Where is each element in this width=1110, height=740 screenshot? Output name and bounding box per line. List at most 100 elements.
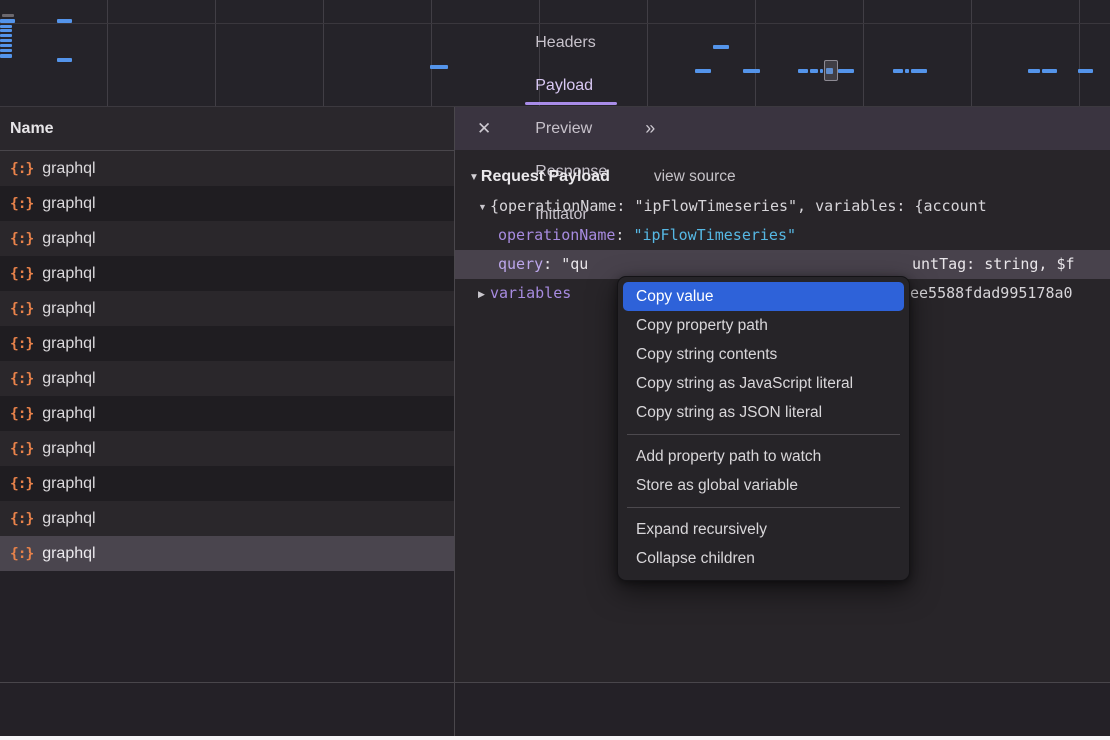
request-row[interactable]: {:}graphql [0, 151, 454, 186]
devtools-network-panel: Name {:}graphql{:}graphql{:}graphql{:}gr… [0, 0, 1110, 740]
request-row[interactable]: {:} graphql [0, 536, 454, 571]
footer-empty-area [0, 683, 1110, 736]
request-name-label: graphql [42, 475, 95, 493]
json-braces-icon: {:} [10, 266, 33, 282]
json-row-query[interactable]: query: "qu untTag: string, $f [455, 250, 1110, 279]
menu-item-copy-value[interactable]: Copy value [623, 282, 904, 311]
page-bottom-strip [0, 736, 1110, 740]
property-value: "ipFlowTimeseries" [633, 226, 796, 244]
view-source-link[interactable]: view source [654, 168, 736, 186]
json-braces-icon: {:} [10, 231, 33, 247]
tab-headers[interactable]: Headers [531, 21, 611, 64]
json-braces-icon: {:} [10, 301, 33, 317]
timeline-request-bar [2, 14, 14, 17]
timeline-request-bar [0, 34, 12, 37]
json-preview-line[interactable]: ▼{operationName: "ipFlowTimeseries", var… [455, 192, 1110, 221]
request-row[interactable]: {:} graphql [0, 396, 454, 431]
timeline-request-bar [0, 54, 12, 58]
timeline-request-bar [1028, 69, 1040, 73]
request-row[interactable]: {:}graphql [0, 431, 454, 466]
request-name-label: graphql [42, 195, 95, 213]
more-tabs-icon[interactable]: » [645, 118, 653, 139]
request-name-label: graphql [42, 265, 95, 283]
request-name-label: graphql [42, 510, 95, 528]
overview-selection-marker [824, 60, 838, 81]
property-key: query [498, 255, 543, 273]
json-braces-icon: {:} [10, 546, 33, 562]
property-key: variables [490, 284, 571, 302]
json-braces-icon: {:} [10, 371, 33, 387]
menu-item-copy-string-contents[interactable]: Copy string contents [623, 340, 904, 369]
footer-divider [0, 682, 1110, 683]
tab-preview[interactable]: Preview [531, 107, 611, 150]
request-row[interactable]: {:} graphql [0, 256, 454, 291]
panel-split-divider[interactable] [454, 107, 455, 736]
collapse-triangle-icon: ▼ [469, 172, 479, 183]
tab-payload[interactable]: Payload [531, 64, 611, 107]
request-row[interactable]: {:} graphql [0, 326, 454, 361]
context-menu: Copy valueCopy property pathCopy string … [617, 276, 910, 581]
expand-triangle-icon: ▼ [478, 193, 490, 221]
json-preview-text: {operationName: "ipFlowTimeseries", vari… [490, 197, 987, 215]
timeline-request-bar [0, 49, 12, 52]
menu-item-expand-recursively[interactable]: Expand recursively [623, 515, 904, 544]
timeline-request-bar [695, 69, 711, 73]
request-name-label: graphql [42, 440, 95, 458]
json-braces-icon: {:} [10, 196, 33, 212]
menu-item-copy-property-path[interactable]: Copy property path [623, 311, 904, 340]
property-value-right: untTag: string, $f [912, 250, 1075, 279]
timeline-request-bar [838, 69, 854, 73]
request-name-label: graphql [42, 405, 95, 423]
timeline-request-bar [0, 39, 12, 42]
menu-item-add-property-path-to-watch[interactable]: Add property path to watch [623, 442, 904, 471]
timeline-request-bar [798, 69, 808, 73]
name-column-label: Name [10, 120, 54, 138]
property-value-right: ee5588fdad995178a0 [910, 279, 1073, 308]
timeline-request-bar [0, 44, 12, 47]
request-rows: {:} graphql {:} graphql {:} graphql {:} graphql… [0, 151, 454, 571]
request-row[interactable]: {:}graphql [0, 361, 454, 396]
json-braces-icon: {:} [10, 511, 33, 527]
panels: Name {:}graphql{:}graphql{:}graphql{:}gr… [0, 107, 1110, 682]
timeline-request-bar [57, 19, 72, 23]
request-row[interactable]: {:} graphql [0, 501, 454, 536]
request-name-label: graphql [42, 335, 95, 353]
timeline-request-bar [743, 69, 760, 73]
collapsed-triangle-icon[interactable]: ▶ [478, 280, 490, 308]
request-name-label: graphql [42, 160, 95, 178]
close-icon[interactable]: ✕ [477, 119, 491, 139]
menu-item-copy-string-as-json-literal[interactable]: Copy string as JSON literal [623, 398, 904, 427]
name-column-header[interactable]: Name [0, 107, 454, 151]
timeline-request-bar [57, 58, 72, 62]
timeline-request-bar [0, 25, 12, 28]
request-payload-section-header[interactable]: ▼ Request Payload view source [469, 168, 1110, 186]
request-row[interactable]: {:} graphql [0, 186, 454, 221]
timeline-request-bar [0, 19, 15, 23]
json-braces-icon: {:} [10, 336, 33, 352]
timeline-request-bar [713, 45, 729, 49]
request-row[interactable]: {:}graphql [0, 291, 454, 326]
timeline-request-bar [0, 29, 12, 32]
json-braces-icon: {:} [10, 476, 33, 492]
timeline-request-bar [820, 69, 823, 73]
request-list-panel: Name {:}graphql{:}graphql{:}graphql{:}gr… [0, 107, 454, 682]
timeline-request-bar [1042, 69, 1057, 73]
request-name-label: graphql [42, 230, 95, 248]
json-row-operation-name[interactable]: operationName: "ipFlowTimeseries" [455, 221, 1110, 250]
request-name-label: graphql [42, 545, 95, 563]
menu-separator [627, 434, 900, 435]
timeline-request-bar [893, 69, 903, 73]
json-braces-icon: {:} [10, 406, 33, 422]
timeline-request-bar [430, 65, 448, 69]
detail-tabbar: ✕ HeadersPayloadPreviewResponseInitiator… [455, 107, 1110, 150]
menu-item-copy-string-as-javascript-literal[interactable]: Copy string as JavaScript literal [623, 369, 904, 398]
request-row[interactable]: {:} graphql [0, 466, 454, 501]
menu-item-store-as-global-variable[interactable]: Store as global variable [623, 471, 904, 500]
timeline-request-bar [905, 69, 909, 73]
menu-item-collapse-children[interactable]: Collapse children [623, 544, 904, 573]
request-row[interactable]: {:} graphql [0, 221, 454, 256]
property-value-left: "qu [561, 255, 588, 273]
timeline-request-bar [810, 69, 818, 73]
menu-separator [627, 507, 900, 508]
section-title: Request Payload [481, 168, 610, 186]
